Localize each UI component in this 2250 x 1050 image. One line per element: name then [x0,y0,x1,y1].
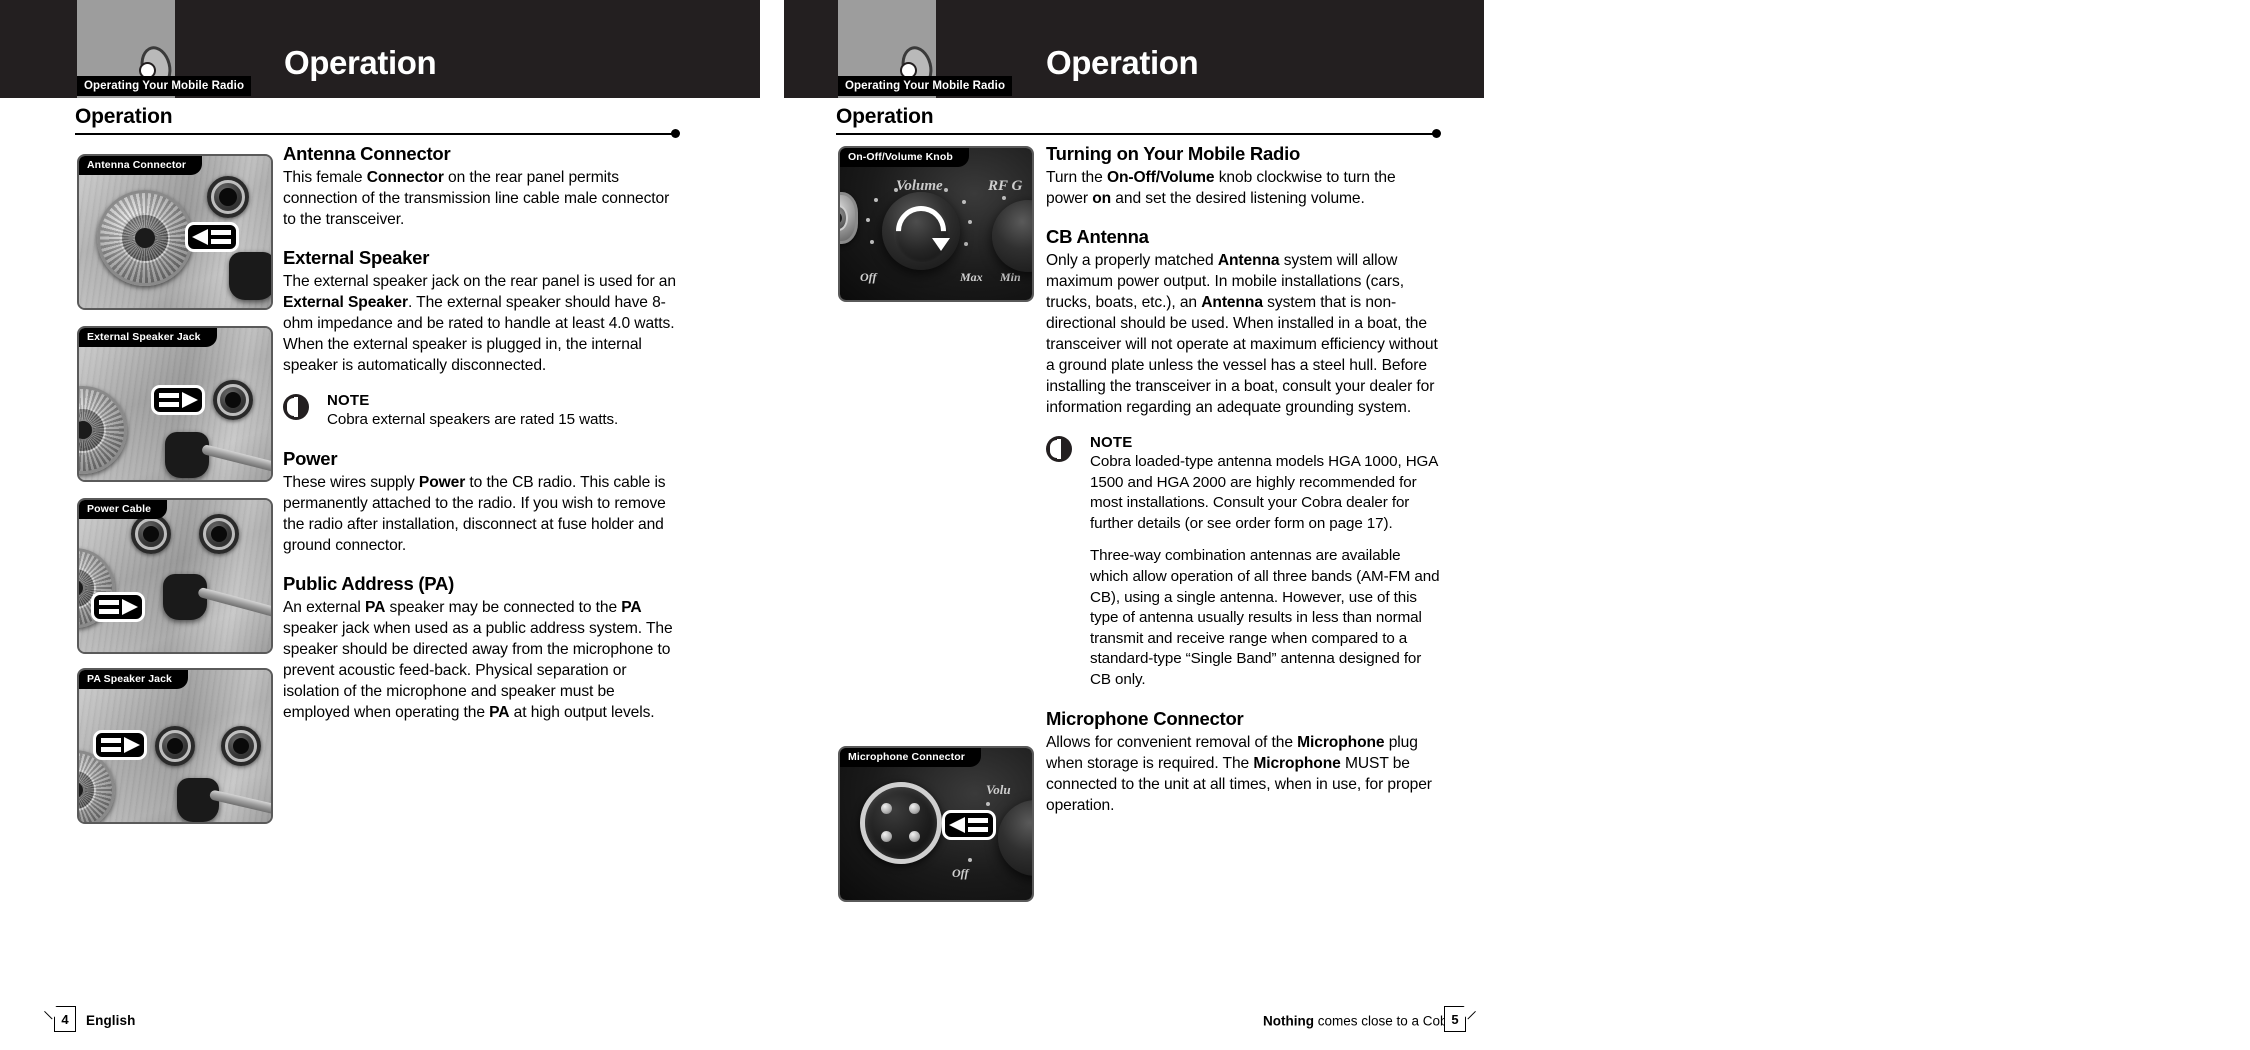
knob-label-max: Max [960,270,983,284]
page-left: Operating Your Mobile Radio Operation Op… [0,0,760,1050]
text-run-bold: Microphone [1297,733,1385,751]
text-column-right: Turning on Your Mobile Radio Turn the On… [1046,143,1441,816]
text-run-bold: External Speaker [283,294,408,311]
footer-tagline-rest: comes close to a Cobra [1313,1013,1460,1028]
photo-external-speaker-jack: External Speaker Jack [77,326,273,482]
footer-tagline: Nothing comes close to a Cobra® [1263,1013,1465,1029]
text-run: This female [283,169,367,186]
heading-external-speaker: External Speaker [283,247,430,268]
photo-caption-external-speaker-jack: External Speaker Jack [79,328,217,347]
paragraph-antenna-connector: This female Connector on the rear panel … [283,167,678,230]
callout-arrow-pa-speaker [93,730,147,760]
callout-arrow-external-speaker [151,385,205,415]
section-title-right: Operation [836,105,934,128]
manual-spread: Operating Your Mobile Radio Operation Op… [0,0,2250,1050]
section-rule-dot-right [1432,129,1441,138]
text-run: These wires supply [283,473,419,491]
note-title: NOTE [1090,434,1133,451]
text-column-left: Antenna Connector This female Connector … [283,143,678,723]
text-run-bold: On-Off/Volume [1106,169,1215,186]
paragraph-turning-on-radio: Turn the On-Off/Volume knob clockwise to… [1046,167,1441,209]
text-run-bold: PA [621,598,642,616]
header-chapter-tab-left: Operating Your Mobile Radio [77,76,252,96]
callout-arrow-power-cable [91,592,145,622]
note-icon [1046,436,1072,462]
photo-caption-power-cable: Power Cable [79,500,168,519]
photo-microphone-connector: Volu Off Microphone Connector [838,746,1034,902]
text-run-bold: Microphone [1253,754,1341,772]
paragraph-external-speaker: The external speaker jack on the rear pa… [283,271,678,376]
photo-caption-on-off-volume-knob: On-Off/Volume Knob [840,148,969,167]
header-chapter-tab-right: Operating Your Mobile Radio [838,76,1013,96]
text-run-bold: on [1092,190,1112,207]
heading-public-address: Public Address (PA) [283,572,455,594]
section-rule-left [75,133,675,135]
text-run-bold: Power [418,473,466,491]
photo-on-off-volume-knob: Volume RF G Off Max Min On-Off/Volume Kn… [838,146,1034,302]
heading-microphone-connector: Microphone Connector [1046,707,1244,729]
section-title-left: Operation [75,105,173,128]
photo-pa-speaker-jack: PA Speaker Jack [77,668,273,824]
paragraph-microphone-connector: Allows for convenient removal of the Mic… [1046,732,1441,816]
text-run-bold: Antenna [1201,294,1263,311]
note-body: Cobra external speakers are rated 15 wat… [327,411,619,428]
section-rule-dot-left [671,129,680,138]
text-run: system that is non-directional should be… [1046,294,1438,416]
page-number-right: 5 [1451,1012,1459,1027]
knob-label-min: Min [1000,270,1021,284]
photo-caption-antenna-connector: Antenna Connector [79,156,203,175]
page-right: Operating Your Mobile Radio Operation Op… [760,0,1520,1050]
note-external-speaker: NOTE Cobra external speakers are rated 1… [283,392,678,431]
header-title-left: Operation [284,44,437,81]
heading-power: Power [283,447,338,469]
text-run-bold: PA [365,598,386,616]
paragraph-public-address: An external PA speaker may be connected … [283,597,678,723]
note-icon [283,394,309,420]
text-run: at high output levels. [509,703,655,721]
text-run-bold: Connector [366,169,444,186]
note-title: NOTE [327,392,370,409]
page-number-left: 4 [61,1012,69,1027]
paragraph-power: These wires supply Power to the CB radio… [283,472,678,556]
photo-caption-microphone-connector: Microphone Connector [840,748,981,767]
photo-antenna-connector: Antenna Connector [77,154,273,310]
text-run: An external [283,598,366,616]
note-cb-antenna: NOTE Cobra loaded-type antenna models HG… [1046,434,1441,691]
heading-antenna-connector: Antenna Connector [283,143,451,164]
knob-label-rf: RF G [988,178,1023,194]
footer-language-label: English [86,1013,136,1028]
page-number-chip-left: 4 [44,1003,76,1032]
page-number-chip-right: 5 [1444,1003,1476,1032]
photo-power-cable: Power Cable [77,498,273,654]
footer-tagline-bold: Nothing [1263,1013,1314,1028]
text-run: Turn the [1046,169,1107,186]
text-run: and set the desired listening volume. [1111,190,1365,207]
callout-arrow-antenna [185,222,239,252]
callout-arrow-microphone [942,810,996,840]
section-rule-right [836,133,1436,135]
heading-turning-on-radio: Turning on Your Mobile Radio [1046,143,1301,164]
note-body-2: Three-way combination antennas are avail… [1090,547,1440,688]
mic-panel-label-volume: Volu [986,782,1011,797]
text-run-bold: Antenna [1217,252,1280,269]
note-body-1: Cobra loaded-type antenna models HGA 100… [1090,453,1438,532]
text-run: Only a properly matched [1046,252,1218,269]
heading-cb-antenna: CB Antenna [1046,226,1149,247]
photo-caption-pa-speaker-jack: PA Speaker Jack [79,670,188,689]
text-run: Allows for convenient removal of the [1046,733,1298,751]
knob-label-off: Off [860,270,877,284]
text-run: The external speaker jack on the rear pa… [283,273,676,290]
two-page-spread: Operating Your Mobile Radio Operation Op… [0,0,2250,1050]
paragraph-cb-antenna: Only a properly matched Antenna system w… [1046,250,1441,418]
header-title-right: Operation [1046,44,1199,81]
text-run: speaker may be connected to the [385,598,622,616]
text-run-bold: PA [489,703,510,721]
mic-panel-label-off: Off [952,866,969,880]
